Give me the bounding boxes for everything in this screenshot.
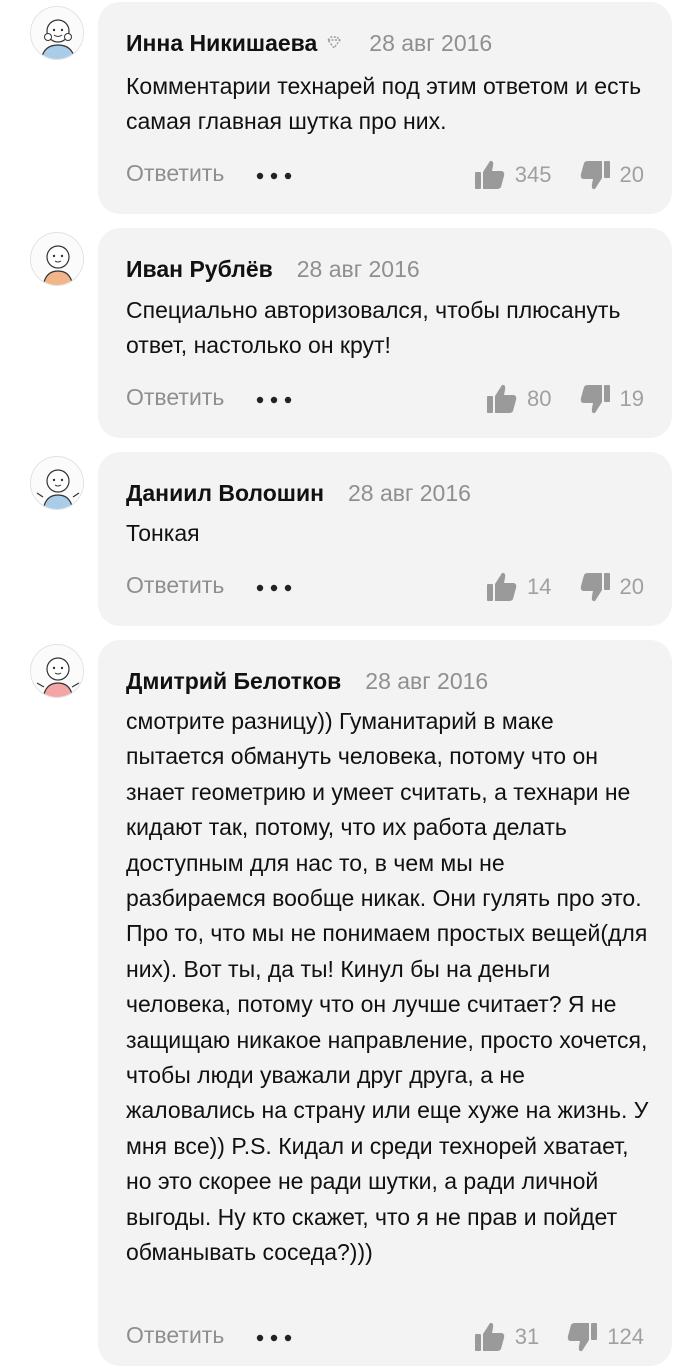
thumbs-down-icon bbox=[580, 573, 610, 602]
dislike-count: 20 bbox=[619, 162, 644, 187]
reply-button[interactable]: Ответить bbox=[126, 384, 224, 411]
like-count: 31 bbox=[514, 1324, 540, 1349]
votes: 80 19 bbox=[485, 382, 644, 416]
comment: Дмитрий Белотков 28 авг 2016 смотрите ра… bbox=[0, 640, 700, 1366]
comment-bubble: Иван Рублёв 28 авг 2016 Специально автор… bbox=[98, 228, 672, 438]
comment-date: 28 авг 2016 bbox=[365, 667, 489, 694]
votes: 31 124 bbox=[473, 1320, 644, 1354]
thumbs-down-icon bbox=[568, 1323, 598, 1352]
dislike-count: 124 bbox=[607, 1324, 644, 1349]
comment-bubble: Инна Никишаева 28 авг 2016 Комментарии т… bbox=[98, 2, 672, 214]
like-button[interactable]: 14 bbox=[485, 570, 552, 604]
reply-button[interactable]: Ответить bbox=[126, 572, 224, 599]
reply-button[interactable]: Ответить bbox=[126, 1322, 224, 1349]
author-name[interactable]: Даниил Волошин bbox=[126, 480, 324, 507]
comment-actions: Ответить 80 19 bbox=[126, 382, 644, 416]
like-button[interactable]: 345 bbox=[473, 158, 552, 192]
votes: 14 20 bbox=[485, 570, 644, 604]
comment-text: Тонкая bbox=[126, 520, 200, 546]
comment-text: Специально авторизовался, чтобы плюсанут… bbox=[126, 297, 621, 359]
comment-bubble: Даниил Волошин 28 авг 2016 Тонкая Ответи… bbox=[98, 452, 672, 626]
comment-date: 28 авг 2016 bbox=[369, 29, 493, 56]
thumbs-down-icon bbox=[580, 385, 610, 414]
avatar[interactable] bbox=[30, 6, 84, 60]
like-button[interactable]: 80 bbox=[485, 382, 552, 416]
thumbs-up-icon bbox=[487, 384, 517, 413]
dislike-button[interactable]: 124 bbox=[565, 1320, 644, 1354]
votes: 345 20 bbox=[473, 158, 644, 192]
thumbs-up-icon bbox=[474, 160, 505, 189]
dislike-count: 19 bbox=[619, 386, 644, 411]
comment: Инна Никишаева 28 авг 2016 Комментарии т… bbox=[0, 2, 700, 214]
comment-header: Дмитрий Белотков 28 авг 2016 bbox=[126, 666, 488, 696]
comment-header: Даниил Волошин 28 авг 2016 bbox=[126, 478, 471, 508]
like-count: 345 bbox=[514, 162, 552, 187]
thumbs-up-icon bbox=[474, 1322, 505, 1351]
comment-actions: Ответить 31 124 bbox=[126, 1320, 644, 1354]
comment-header: Инна Никишаева 28 авг 2016 bbox=[126, 28, 492, 58]
thumbs-down-icon bbox=[580, 161, 610, 190]
avatar[interactable] bbox=[30, 456, 84, 510]
avatar-icon bbox=[31, 457, 83, 509]
badge-icon bbox=[323, 32, 345, 54]
like-count: 14 bbox=[527, 574, 552, 599]
more-icon[interactable] bbox=[256, 584, 292, 592]
dislike-button[interactable]: 19 bbox=[578, 382, 644, 416]
author-name[interactable]: Инна Никишаева bbox=[126, 30, 317, 57]
avatar-icon bbox=[31, 7, 83, 59]
comment-actions: Ответить 14 20 bbox=[126, 570, 644, 604]
comment-actions: Ответить 345 20 bbox=[126, 158, 644, 192]
avatar[interactable] bbox=[30, 644, 84, 698]
comment: Даниил Волошин 28 авг 2016 Тонкая Ответи… bbox=[0, 452, 700, 626]
like-button[interactable]: 31 bbox=[473, 1320, 539, 1354]
comment-date: 28 авг 2016 bbox=[348, 479, 471, 506]
comment-date: 28 авг 2016 bbox=[296, 255, 420, 282]
comment-text: смотрите разницу)) Гуманитарий в маке пы… bbox=[126, 708, 649, 1266]
dislike-button[interactable]: 20 bbox=[578, 158, 644, 192]
dislike-button[interactable]: 20 bbox=[578, 570, 644, 604]
thumbs-up-icon bbox=[487, 572, 517, 601]
comment-header: Иван Рублёв 28 авг 2016 bbox=[126, 254, 420, 284]
comment: Иван Рублёв 28 авг 2016 Специально автор… bbox=[0, 228, 700, 438]
author-name[interactable]: Дмитрий Белотков bbox=[126, 668, 341, 695]
more-icon[interactable] bbox=[256, 396, 292, 404]
avatar[interactable] bbox=[30, 232, 84, 286]
avatar-icon bbox=[31, 645, 83, 697]
comment-bubble: Дмитрий Белотков 28 авг 2016 смотрите ра… bbox=[98, 640, 672, 1366]
author-name[interactable]: Иван Рублёв bbox=[126, 256, 273, 283]
like-count: 80 bbox=[527, 386, 552, 411]
dislike-count: 20 bbox=[619, 574, 644, 599]
avatar-icon bbox=[31, 233, 83, 285]
comment-text: Комментарии технарей под этим ответом и … bbox=[126, 73, 642, 135]
reply-button[interactable]: Ответить bbox=[126, 160, 224, 187]
more-icon[interactable] bbox=[256, 1334, 292, 1342]
more-icon[interactable] bbox=[256, 172, 292, 180]
